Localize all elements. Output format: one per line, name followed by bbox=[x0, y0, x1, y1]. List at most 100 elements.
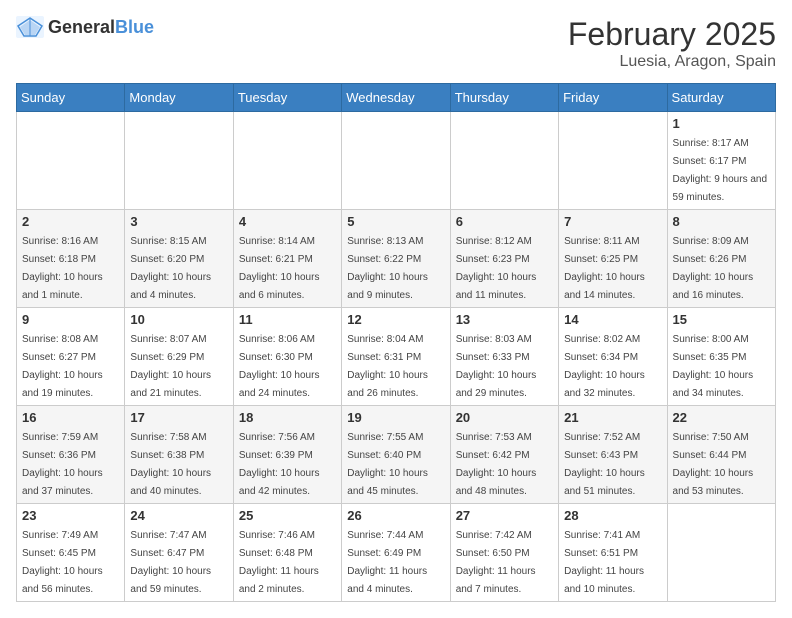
day-info: Sunrise: 8:09 AM Sunset: 6:26 PM Dayligh… bbox=[673, 236, 754, 301]
day-number: 10 bbox=[130, 312, 227, 327]
day-number: 27 bbox=[456, 508, 553, 523]
day-number: 5 bbox=[347, 214, 444, 229]
day-info: Sunrise: 8:12 AM Sunset: 6:23 PM Dayligh… bbox=[456, 236, 537, 301]
day-number: 11 bbox=[239, 312, 336, 327]
day-number: 12 bbox=[347, 312, 444, 327]
calendar-cell: 12 Sunrise: 8:04 AM Sunset: 6:31 PM Dayli… bbox=[342, 308, 450, 406]
logo-icon bbox=[16, 16, 44, 38]
weekday-header-tuesday: Tuesday bbox=[233, 84, 341, 112]
day-info: Sunrise: 8:03 AM Sunset: 6:33 PM Dayligh… bbox=[456, 334, 537, 399]
day-number: 18 bbox=[239, 410, 336, 425]
header: GeneralBlue February 2025 Luesia, Aragon… bbox=[16, 16, 776, 71]
day-number: 3 bbox=[130, 214, 227, 229]
calendar-cell bbox=[233, 112, 341, 210]
calendar-cell: 1Sunrise: 8:17 AM Sunset: 6:17 PM Daylig… bbox=[667, 112, 775, 210]
logo-blue: Blue bbox=[115, 17, 154, 37]
day-info: Sunrise: 8:02 AM Sunset: 6:34 PM Dayligh… bbox=[564, 334, 645, 399]
day-number: 24 bbox=[130, 508, 227, 523]
calendar-cell bbox=[17, 112, 125, 210]
day-number: 19 bbox=[347, 410, 444, 425]
calendar-cell: 22 Sunrise: 7:50 AM Sunset: 6:44 PM Dayli… bbox=[667, 406, 775, 504]
day-info: Sunrise: 7:58 AM Sunset: 6:38 PM Dayligh… bbox=[130, 432, 211, 497]
calendar-cell: 11 Sunrise: 8:06 AM Sunset: 6:30 PM Dayli… bbox=[233, 308, 341, 406]
calendar-cell: 17 Sunrise: 7:58 AM Sunset: 6:38 PM Dayli… bbox=[125, 406, 233, 504]
day-info: Sunrise: 7:53 AM Sunset: 6:42 PM Dayligh… bbox=[456, 432, 537, 497]
calendar-cell: 15Sunrise: 8:00 AM Sunset: 6:35 PM Dayli… bbox=[667, 308, 775, 406]
calendar-cell: 20 Sunrise: 7:53 AM Sunset: 6:42 PM Dayli… bbox=[450, 406, 558, 504]
calendar-cell: 18 Sunrise: 7:56 AM Sunset: 6:39 PM Dayli… bbox=[233, 406, 341, 504]
day-info: Sunrise: 8:17 AM Sunset: 6:17 PM Dayligh… bbox=[673, 138, 768, 203]
weekday-header-saturday: Saturday bbox=[667, 84, 775, 112]
day-number: 14 bbox=[564, 312, 661, 327]
calendar-cell: 7Sunrise: 8:11 AM Sunset: 6:25 PM Daylig… bbox=[559, 210, 667, 308]
title-area: February 2025 Luesia, Aragon, Spain bbox=[568, 16, 776, 71]
weekday-header-friday: Friday bbox=[559, 84, 667, 112]
day-info: Sunrise: 7:55 AM Sunset: 6:40 PM Dayligh… bbox=[347, 432, 428, 497]
day-number: 8 bbox=[673, 214, 770, 229]
calendar-cell: 10 Sunrise: 8:07 AM Sunset: 6:29 PM Dayli… bbox=[125, 308, 233, 406]
day-info: Sunrise: 8:07 AM Sunset: 6:29 PM Dayligh… bbox=[130, 334, 211, 399]
week-row-4: 16 Sunrise: 7:59 AM Sunset: 6:36 PM Dayli… bbox=[17, 406, 776, 504]
day-info: Sunrise: 7:49 AM Sunset: 6:45 PM Dayligh… bbox=[22, 530, 103, 595]
calendar-cell: 24 Sunrise: 7:47 AM Sunset: 6:47 PM Dayli… bbox=[125, 504, 233, 602]
day-number: 9 bbox=[22, 312, 119, 327]
calendar-cell: 6 Sunrise: 8:12 AM Sunset: 6:23 PM Daylig… bbox=[450, 210, 558, 308]
day-info: Sunrise: 8:16 AM Sunset: 6:18 PM Dayligh… bbox=[22, 236, 103, 301]
calendar-cell bbox=[125, 112, 233, 210]
day-info: Sunrise: 8:13 AM Sunset: 6:22 PM Dayligh… bbox=[347, 236, 428, 301]
calendar-cell: 9 Sunrise: 8:08 AM Sunset: 6:27 PM Daylig… bbox=[17, 308, 125, 406]
day-info: Sunrise: 7:47 AM Sunset: 6:47 PM Dayligh… bbox=[130, 530, 211, 595]
calendar-cell: 16 Sunrise: 7:59 AM Sunset: 6:36 PM Dayli… bbox=[17, 406, 125, 504]
day-info: Sunrise: 7:52 AM Sunset: 6:43 PM Dayligh… bbox=[564, 432, 645, 497]
weekday-header-thursday: Thursday bbox=[450, 84, 558, 112]
day-info: Sunrise: 7:42 AM Sunset: 6:50 PM Dayligh… bbox=[456, 530, 536, 595]
day-number: 16 bbox=[22, 410, 119, 425]
day-info: Sunrise: 8:04 AM Sunset: 6:31 PM Dayligh… bbox=[347, 334, 428, 399]
calendar-cell bbox=[667, 504, 775, 602]
calendar-cell: 25 Sunrise: 7:46 AM Sunset: 6:48 PM Dayli… bbox=[233, 504, 341, 602]
day-info: Sunrise: 8:00 AM Sunset: 6:35 PM Dayligh… bbox=[673, 334, 754, 399]
day-number: 2 bbox=[22, 214, 119, 229]
week-row-5: 23Sunrise: 7:49 AM Sunset: 6:45 PM Dayli… bbox=[17, 504, 776, 602]
calendar-cell: 4Sunrise: 8:14 AM Sunset: 6:21 PM Daylig… bbox=[233, 210, 341, 308]
calendar-cell: 26Sunrise: 7:44 AM Sunset: 6:49 PM Dayli… bbox=[342, 504, 450, 602]
day-number: 17 bbox=[130, 410, 227, 425]
day-number: 20 bbox=[456, 410, 553, 425]
weekday-header-sunday: Sunday bbox=[17, 84, 125, 112]
weekday-header-row: SundayMondayTuesdayWednesdayThursdayFrid… bbox=[17, 84, 776, 112]
day-info: Sunrise: 7:41 AM Sunset: 6:51 PM Dayligh… bbox=[564, 530, 644, 595]
calendar-cell: 21 Sunrise: 7:52 AM Sunset: 6:43 PM Dayli… bbox=[559, 406, 667, 504]
day-number: 6 bbox=[456, 214, 553, 229]
day-number: 26 bbox=[347, 508, 444, 523]
week-row-3: 9 Sunrise: 8:08 AM Sunset: 6:27 PM Daylig… bbox=[17, 308, 776, 406]
day-number: 22 bbox=[673, 410, 770, 425]
day-info: Sunrise: 8:08 AM Sunset: 6:27 PM Dayligh… bbox=[22, 334, 103, 399]
logo: GeneralBlue bbox=[16, 16, 154, 38]
day-info: Sunrise: 7:50 AM Sunset: 6:44 PM Dayligh… bbox=[673, 432, 754, 497]
calendar-table: SundayMondayTuesdayWednesdayThursdayFrid… bbox=[16, 83, 776, 602]
calendar-cell bbox=[559, 112, 667, 210]
calendar-cell bbox=[450, 112, 558, 210]
weekday-header-wednesday: Wednesday bbox=[342, 84, 450, 112]
day-info: Sunrise: 7:46 AM Sunset: 6:48 PM Dayligh… bbox=[239, 530, 319, 595]
calendar-cell: 8 Sunrise: 8:09 AM Sunset: 6:26 PM Daylig… bbox=[667, 210, 775, 308]
day-number: 4 bbox=[239, 214, 336, 229]
day-info: Sunrise: 7:59 AM Sunset: 6:36 PM Dayligh… bbox=[22, 432, 103, 497]
day-number: 25 bbox=[239, 508, 336, 523]
calendar-cell: 5 Sunrise: 8:13 AM Sunset: 6:22 PM Daylig… bbox=[342, 210, 450, 308]
day-info: Sunrise: 7:56 AM Sunset: 6:39 PM Dayligh… bbox=[239, 432, 320, 497]
calendar-cell: 28Sunrise: 7:41 AM Sunset: 6:51 PM Dayli… bbox=[559, 504, 667, 602]
calendar-cell: 13Sunrise: 8:03 AM Sunset: 6:33 PM Dayli… bbox=[450, 308, 558, 406]
month-title: February 2025 bbox=[568, 16, 776, 53]
location-title: Luesia, Aragon, Spain bbox=[568, 53, 776, 71]
calendar-cell: 23Sunrise: 7:49 AM Sunset: 6:45 PM Dayli… bbox=[17, 504, 125, 602]
logo-general: General bbox=[48, 17, 115, 37]
day-info: Sunrise: 8:06 AM Sunset: 6:30 PM Dayligh… bbox=[239, 334, 320, 399]
calendar-cell: 19 Sunrise: 7:55 AM Sunset: 6:40 PM Dayli… bbox=[342, 406, 450, 504]
day-number: 21 bbox=[564, 410, 661, 425]
calendar-cell: 14 Sunrise: 8:02 AM Sunset: 6:34 PM Dayli… bbox=[559, 308, 667, 406]
weekday-header-monday: Monday bbox=[125, 84, 233, 112]
day-info: Sunrise: 8:11 AM Sunset: 6:25 PM Dayligh… bbox=[564, 236, 645, 301]
week-row-1: 1Sunrise: 8:17 AM Sunset: 6:17 PM Daylig… bbox=[17, 112, 776, 210]
logo-text: GeneralBlue bbox=[48, 17, 154, 38]
